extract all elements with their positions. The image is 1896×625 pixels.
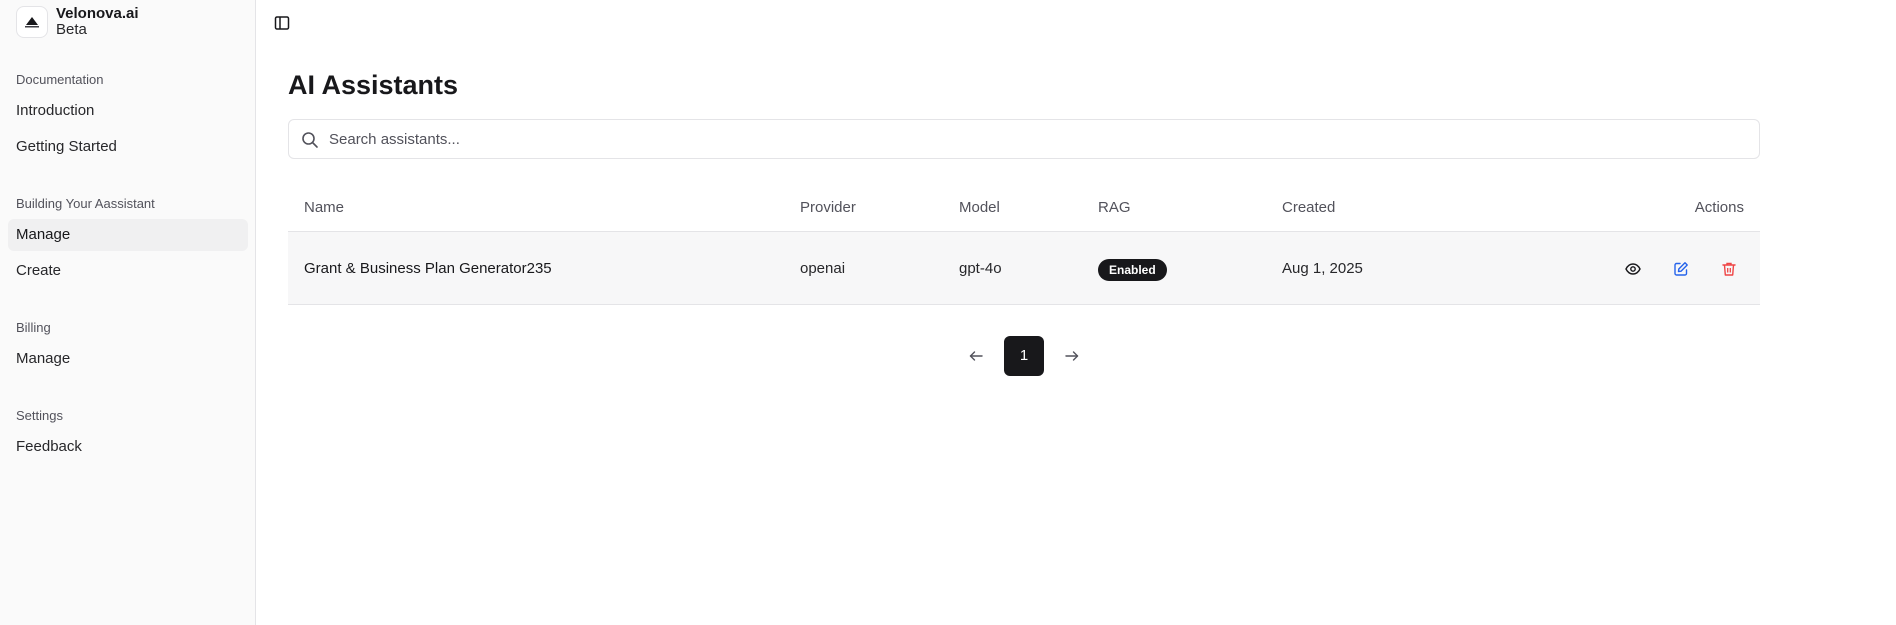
- search-bar: [288, 119, 1760, 159]
- delete-button[interactable]: [1716, 256, 1742, 282]
- column-header-provider[interactable]: Provider: [800, 187, 856, 228]
- column-header-created[interactable]: Created: [1282, 187, 1335, 228]
- column-header-actions: Actions: [1694, 199, 1744, 216]
- arrow-right-icon: [1065, 351, 1079, 361]
- arrow-left-icon: [969, 351, 983, 361]
- assistant-model: gpt-4o: [959, 260, 1002, 277]
- column-header-rag[interactable]: RAG: [1098, 187, 1131, 228]
- view-button[interactable]: [1620, 256, 1646, 282]
- nav-section-building: Building Your Aassistant: [16, 196, 155, 211]
- sidebar: Velonova.ai Beta Documentation Introduct…: [0, 0, 256, 625]
- nav-section-billing: Billing: [16, 320, 51, 335]
- pagination: 1: [256, 336, 1896, 376]
- panel-left-icon: [274, 16, 290, 30]
- brand[interactable]: Velonova.ai Beta: [16, 6, 139, 38]
- eye-icon: [1625, 263, 1641, 275]
- table-row[interactable]: Grant & Business Plan Generator235 opena…: [288, 232, 1760, 305]
- sidebar-item-getting-started[interactable]: Getting Started: [8, 131, 248, 163]
- logo-mark-icon: [25, 17, 39, 28]
- table-header: Name Provider Model RAG Created Actions: [288, 187, 1760, 232]
- search-input[interactable]: [329, 120, 1749, 158]
- column-header-name[interactable]: Name: [304, 187, 344, 228]
- sidebar-item-feedback[interactable]: Feedback: [8, 431, 248, 463]
- column-header-model[interactable]: Model: [959, 187, 1000, 228]
- main-content: AI Assistants Name Provider Model RAG Cr…: [256, 0, 1896, 625]
- edit-button[interactable]: [1668, 256, 1694, 282]
- assistant-provider: openai: [800, 260, 846, 277]
- assistants-table: Name Provider Model RAG Created Actions …: [288, 187, 1760, 305]
- brand-logo: [16, 6, 48, 38]
- assistant-created-date: Aug 1, 2025: [1282, 260, 1363, 277]
- rag-status-badge: Enabled: [1098, 259, 1167, 281]
- assistant-name: Grant & Business Plan Generator235: [304, 260, 552, 277]
- previous-page-button[interactable]: [964, 344, 988, 368]
- nav-section-documentation: Documentation: [16, 72, 104, 87]
- next-page-button[interactable]: [1060, 344, 1084, 368]
- pencil-square-icon: [1674, 262, 1688, 276]
- page-title: AI Assistants: [288, 70, 459, 100]
- brand-name: Velonova.ai: [56, 5, 139, 22]
- sidebar-item-manage-billing[interactable]: Manage: [8, 343, 248, 375]
- search-icon: [302, 132, 318, 148]
- trash-icon: [1722, 262, 1736, 276]
- sidebar-toggle-button[interactable]: [272, 13, 292, 33]
- sidebar-item-introduction[interactable]: Introduction: [8, 95, 248, 127]
- page-number-button[interactable]: 1: [1004, 336, 1044, 376]
- nav-section-settings: Settings: [16, 408, 63, 423]
- sidebar-item-manage-assistants[interactable]: Manage: [8, 219, 248, 251]
- sidebar-item-create[interactable]: Create: [8, 255, 248, 287]
- brand-subtitle: Beta: [56, 21, 87, 38]
